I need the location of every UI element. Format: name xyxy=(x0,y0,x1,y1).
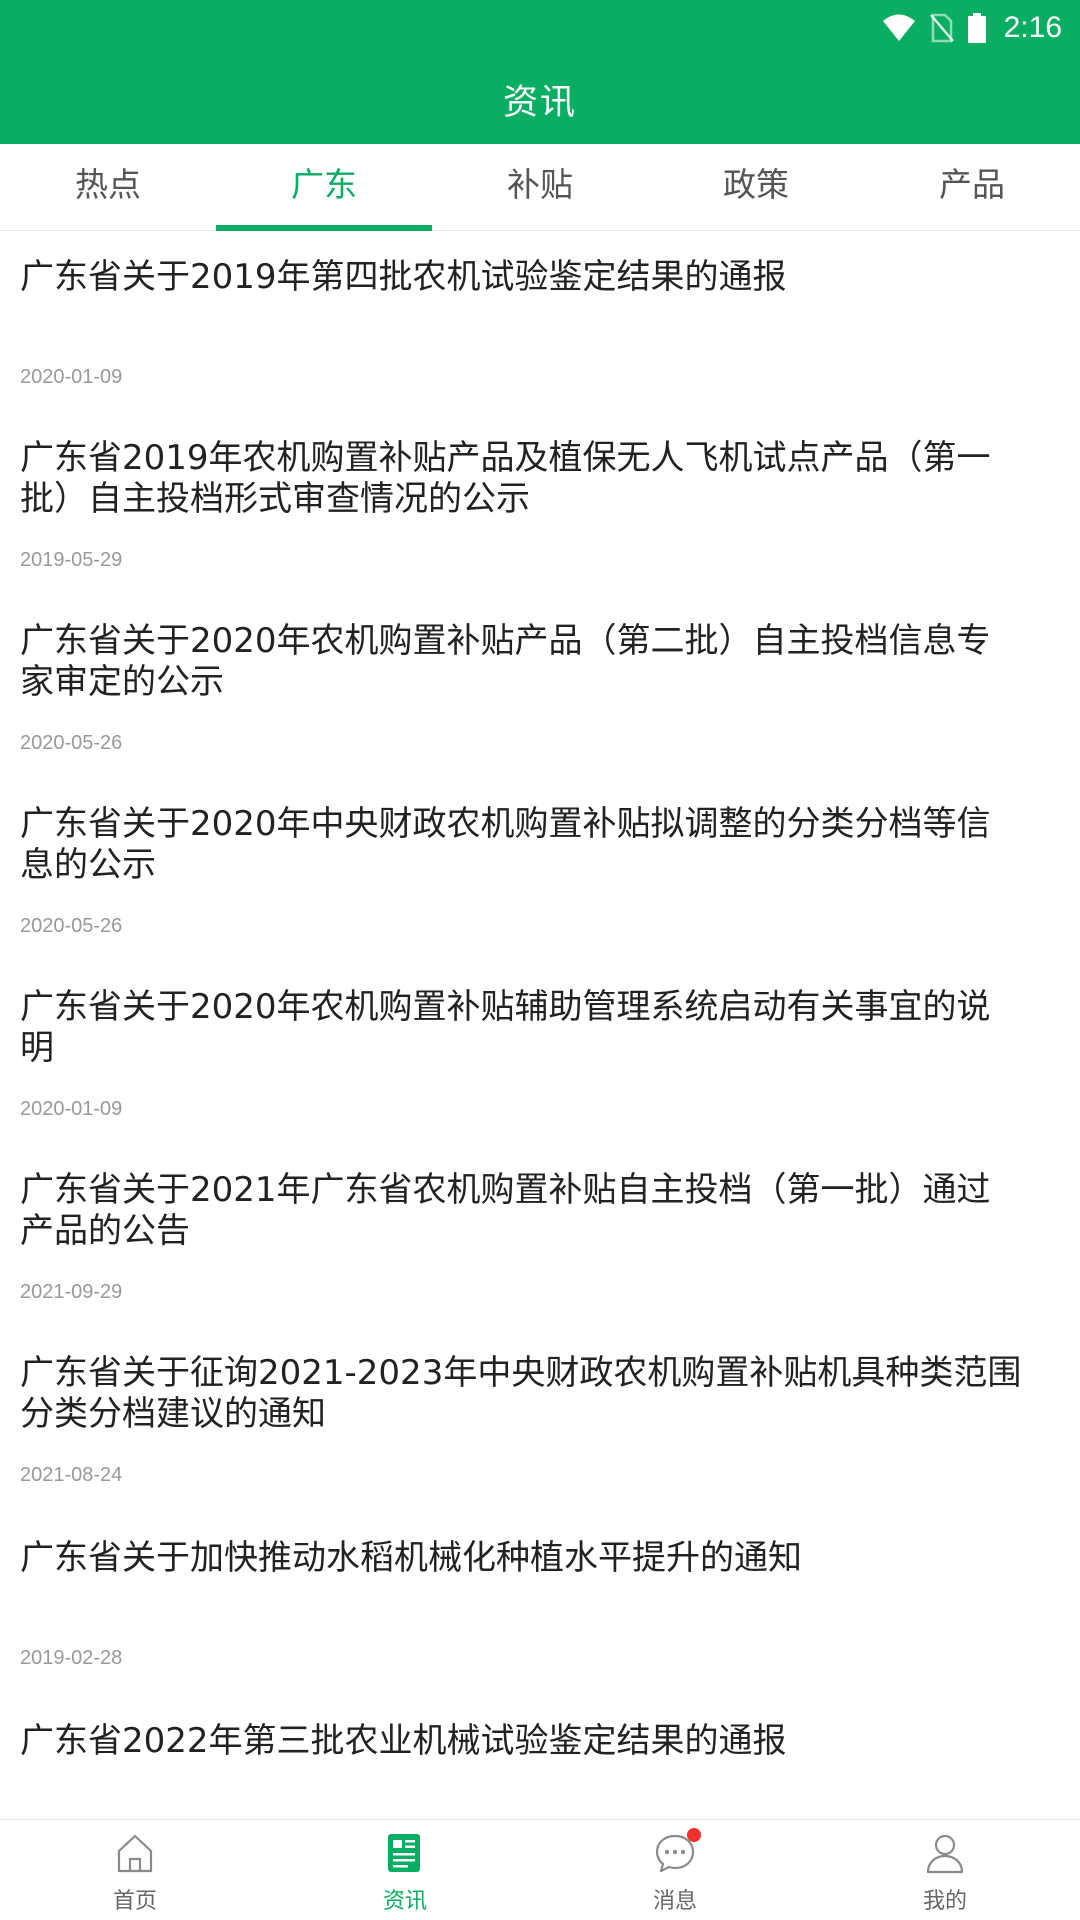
news-item[interactable]: 广东省2022年第三批农业机械试验鉴定结果的通报 xyxy=(0,1695,1080,1819)
status-bar: 2:16 xyxy=(882,6,1062,50)
unread-badge-dot xyxy=(687,1828,701,1842)
tab-guangdong[interactable]: 广东 xyxy=(216,144,432,231)
news-item[interactable]: 广东省关于2020年农机购置补贴辅助管理系统启动有关事宜的说明 2020-01-… xyxy=(0,963,1080,1146)
tab-product[interactable]: 产品 xyxy=(864,144,1080,230)
tab-hot[interactable]: 热点 xyxy=(0,144,216,230)
news-title: 广东省2019年农机购置补贴产品及植保无人飞机试点产品（第一批）自主投档形式审查… xyxy=(20,438,991,519)
news-date: 2020-01-09 xyxy=(20,1098,123,1120)
nav-messages[interactable]: 消息 xyxy=(540,1820,810,1920)
news-icon xyxy=(382,1830,428,1876)
battery-icon xyxy=(967,13,986,43)
nav-home[interactable]: 首页 xyxy=(0,1820,270,1920)
nav-label: 资讯 xyxy=(382,1889,427,1914)
status-time: 2:16 xyxy=(1003,11,1062,44)
news-title: 广东省关于2021年广东省农机购置补贴自主投档（第一批）通过产品的公告 xyxy=(20,1170,991,1251)
user-icon xyxy=(922,1830,968,1876)
tab-label: 补贴 xyxy=(507,165,573,204)
news-date: 2019-02-28 xyxy=(20,1647,123,1669)
news-date: 2021-08-24 xyxy=(20,1464,123,1486)
app-root: 2:16 资讯 热点 广东 补贴 政策 产品 广东省关于2019年第四批农机试验… xyxy=(0,0,1080,1920)
news-list[interactable]: 广东省关于2019年第四批农机试验鉴定结果的通报 2020-01-09 广东省2… xyxy=(0,231,1080,1819)
news-title: 广东省2022年第三批农业机械试验鉴定结果的通报 xyxy=(20,1721,787,1761)
tab-policy[interactable]: 政策 xyxy=(648,144,864,230)
wifi-icon xyxy=(882,14,916,42)
nav-label: 首页 xyxy=(112,1889,157,1914)
category-tabs: 热点 广东 补贴 政策 产品 xyxy=(0,144,1080,231)
tab-label: 政策 xyxy=(723,165,789,204)
nav-label: 我的 xyxy=(922,1889,967,1914)
nav-profile[interactable]: 我的 xyxy=(810,1820,1080,1920)
news-item[interactable]: 广东省关于加快推动水稻机械化种植水平提升的通知 2019-02-28 xyxy=(0,1512,1080,1695)
news-title: 广东省关于2019年第四批农机试验鉴定结果的通报 xyxy=(20,257,787,297)
news-date: 2020-05-26 xyxy=(20,915,123,937)
page-title: 资讯 xyxy=(502,83,577,123)
tab-subsidy[interactable]: 补贴 xyxy=(432,144,648,230)
bottom-nav: 首页 资讯 消息 我的 xyxy=(0,1819,1080,1920)
news-date: 2020-01-09 xyxy=(20,366,123,388)
news-title: 广东省关于2020年中央财政农机购置补贴拟调整的分类分档等信息的公示 xyxy=(20,804,991,885)
nav-label: 消息 xyxy=(652,1889,697,1914)
news-date: 2020-05-26 xyxy=(20,732,123,754)
news-date: 2021-09-29 xyxy=(20,1281,123,1303)
news-item[interactable]: 广东省2019年农机购置补贴产品及植保无人飞机试点产品（第一批）自主投档形式审查… xyxy=(0,414,1080,597)
news-title: 广东省关于加快推动水稻机械化种植水平提升的通知 xyxy=(20,1538,802,1578)
tab-label: 热点 xyxy=(75,165,141,204)
no-sim-icon xyxy=(929,13,954,43)
home-icon xyxy=(112,1830,158,1876)
news-title: 广东省关于征询2021-2023年中央财政农机购置补贴机具种类范围分类分档建议的… xyxy=(20,1353,1022,1434)
news-item[interactable]: 广东省关于2021年广东省农机购置补贴自主投档（第一批）通过产品的公告 2021… xyxy=(0,1146,1080,1329)
news-title: 广东省关于2020年农机购置补贴辅助管理系统启动有关事宜的说明 xyxy=(20,987,991,1068)
news-title: 广东省关于2020年农机购置补贴产品（第二批）自主投档信息专家审定的公示 xyxy=(20,621,991,702)
news-item[interactable]: 广东省关于2020年中央财政农机购置补贴拟调整的分类分档等信息的公示 2020-… xyxy=(0,780,1080,963)
news-date: 2019-05-29 xyxy=(20,549,123,571)
news-item[interactable]: 广东省关于2020年农机购置补贴产品（第二批）自主投档信息专家审定的公示 202… xyxy=(0,597,1080,780)
tab-label: 广东 xyxy=(291,165,357,204)
nav-news[interactable]: 资讯 xyxy=(270,1820,540,1920)
news-item[interactable]: 广东省关于征询2021-2023年中央财政农机购置补贴机具种类范围分类分档建议的… xyxy=(0,1329,1080,1512)
news-item[interactable]: 广东省关于2019年第四批农机试验鉴定结果的通报 2020-01-09 xyxy=(0,231,1080,414)
tab-label: 产品 xyxy=(939,165,1005,204)
app-header: 2:16 资讯 xyxy=(0,0,1080,144)
